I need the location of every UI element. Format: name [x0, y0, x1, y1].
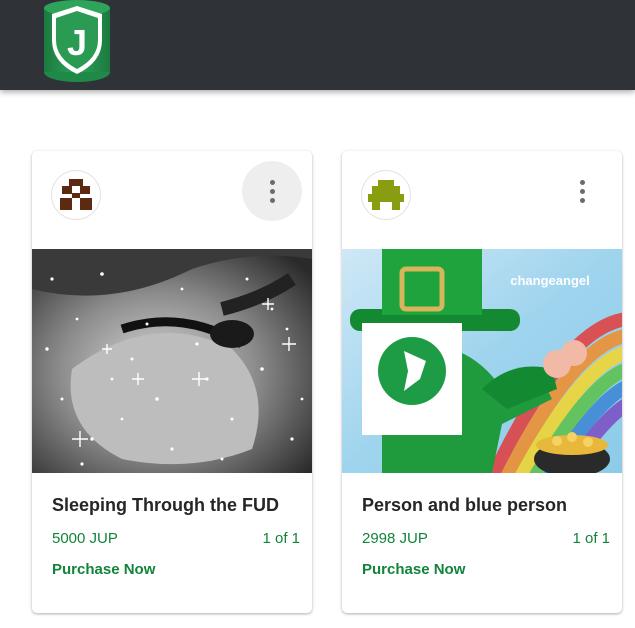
logo-letter: J: [67, 22, 87, 63]
nft-image[interactable]: [32, 249, 312, 473]
purchase-now-button[interactable]: Purchase Now: [52, 561, 155, 578]
nft-card[interactable]: changeangel Person and blue person 2998 …: [342, 151, 622, 613]
purchase-now-button[interactable]: Purchase Now: [362, 561, 465, 578]
jupiter-logo[interactable]: J: [42, 0, 112, 84]
image-watermark: changeangel: [510, 273, 589, 288]
more-vert-icon-dot: [579, 197, 585, 203]
card-menu-button[interactable]: [552, 161, 612, 221]
more-vert-icon-dot: [269, 188, 275, 194]
card-menu-button[interactable]: [242, 161, 302, 221]
nft-edition: 1 of 1: [572, 530, 610, 547]
nft-image[interactable]: changeangel: [342, 249, 622, 473]
nft-card[interactable]: Sleeping Through the FUD 5000 JUP 1 of 1…: [32, 151, 312, 613]
nft-edition: 1 of 1: [262, 530, 300, 547]
more-vert-icon-dot: [269, 197, 275, 203]
creator-avatar[interactable]: [362, 171, 410, 219]
nft-title[interactable]: Sleeping Through the FUD: [52, 495, 279, 516]
nft-price: 2998 JUP: [362, 530, 428, 547]
nft-price: 5000 JUP: [52, 530, 118, 547]
more-vert-icon: [579, 179, 585, 185]
nft-title[interactable]: Person and blue person: [362, 495, 567, 516]
more-vert-icon-dot: [579, 188, 585, 194]
top-app-bar: J: [0, 0, 635, 90]
creator-avatar[interactable]: [52, 171, 100, 219]
more-vert-icon: [269, 179, 275, 185]
